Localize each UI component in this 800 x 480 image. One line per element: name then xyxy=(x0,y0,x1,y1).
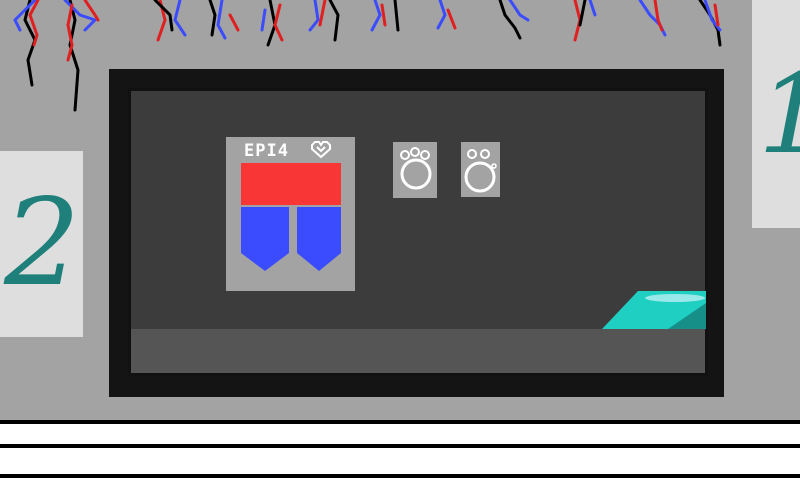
card-title: EPI4 xyxy=(244,141,289,161)
orb-slot-1[interactable] xyxy=(393,142,437,198)
teleport-pad-icon[interactable] xyxy=(600,289,706,329)
heart-outline-icon xyxy=(311,141,331,159)
poster-left-number: 2 xyxy=(4,174,81,313)
screen-floor xyxy=(131,329,705,373)
ring-orb-icon xyxy=(400,147,432,190)
poster-right-number: 1 xyxy=(752,0,800,228)
ring-orb-icon xyxy=(464,149,497,193)
poster-right[interactable]: 1 xyxy=(752,0,800,228)
poster-left[interactable]: 2 xyxy=(0,151,83,337)
blue-banner-left xyxy=(241,207,289,271)
red-bar xyxy=(241,163,341,205)
blue-banner-right xyxy=(297,207,341,271)
bottom-stripes xyxy=(0,420,800,480)
game-scene: 1 2 EPI4 xyxy=(0,0,800,480)
orb-slot-2[interactable] xyxy=(461,142,500,197)
inventory-card[interactable]: EPI4 xyxy=(226,137,355,291)
